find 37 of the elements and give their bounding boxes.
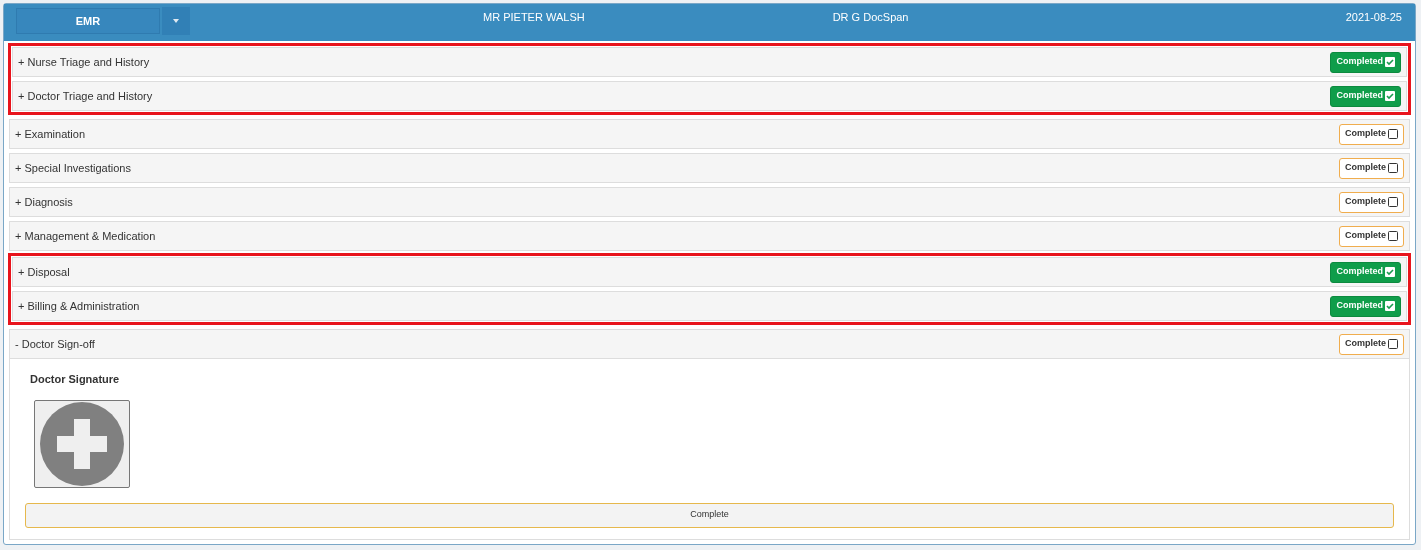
section-header[interactable]: - Doctor Sign-off Complete [10,330,1409,358]
patient-name: MR PIETER WALSH [483,10,585,25]
doctor-name: DR G DocSpan [832,10,909,25]
module-dropdown[interactable]: EMR [16,8,160,34]
complete-button[interactable]: Completed [1330,261,1401,283]
section-title: + Diagnosis [15,194,73,210]
section-title: - Doctor Sign-off [15,336,95,352]
date-text: 2021-08-25 [1345,10,1402,25]
section-header[interactable]: + Billing & Administration Completed [13,292,1406,320]
complete-button[interactable]: Completed [1330,295,1401,317]
section-title: + Nurse Triage and History [18,54,150,70]
section-header[interactable]: + Special Investigations Complete [10,154,1409,182]
complete-button[interactable]: Completed [1330,51,1401,73]
section-title: + Disposal [18,264,70,280]
section-title: + Management & Medication [15,228,156,244]
complete-button[interactable]: Complete [1339,157,1404,179]
caret-icon [173,19,179,23]
dropdown-toggle[interactable] [162,7,190,35]
complete-signoff-button[interactable]: Complete [25,502,1394,528]
signature-pad[interactable] [34,399,130,488]
section-header[interactable]: + Management & Medication Complete [10,222,1409,250]
complete-button[interactable]: Complete [1339,123,1404,145]
section-title: + Examination [15,126,86,142]
section-header[interactable]: + Examination Complete [10,120,1409,148]
section-title: + Billing & Administration [18,298,140,314]
signature-label: Doctor Signature [30,372,121,387]
section-header[interactable]: + Doctor Triage and History Completed [13,82,1406,110]
section-title: + Special Investigations [15,160,131,176]
section-header[interactable]: + Diagnosis Complete [10,188,1409,216]
complete-button[interactable]: Completed [1330,85,1401,107]
complete-button[interactable]: Complete [1339,191,1404,213]
complete-button[interactable]: Complete [1339,333,1404,355]
section-header[interactable]: + Nurse Triage and History Completed [13,48,1406,76]
section-header[interactable]: + Disposal Completed [13,258,1406,286]
section-title: + Doctor Triage and History [18,88,153,104]
complete-button[interactable]: Complete [1339,225,1404,247]
add-icon [40,401,124,486]
